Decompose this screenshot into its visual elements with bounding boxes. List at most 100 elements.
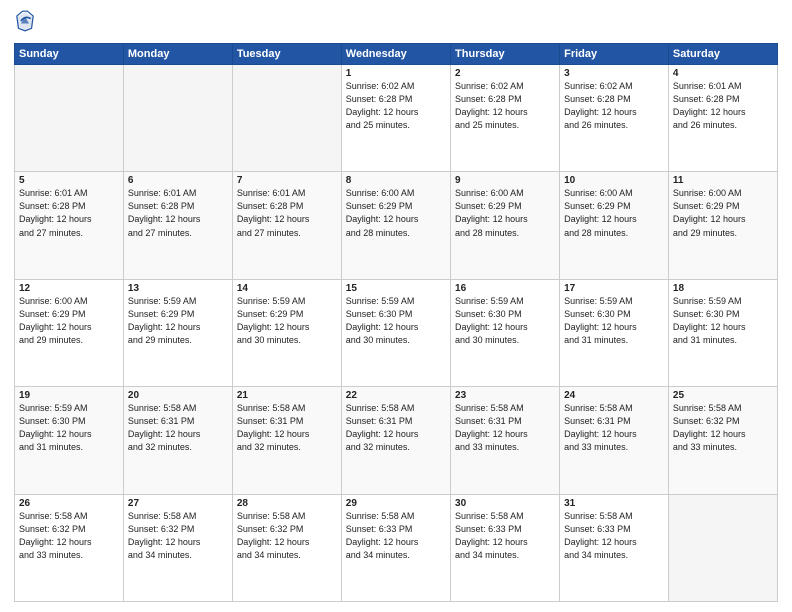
day-number: 21 (237, 390, 337, 401)
day-number: 23 (455, 390, 555, 401)
day-info: Sunrise: 5:58 AMSunset: 6:31 PMDaylight:… (128, 402, 228, 454)
calendar-header-row: SundayMondayTuesdayWednesdayThursdayFrid… (15, 44, 778, 65)
day-info: Sunrise: 6:00 AMSunset: 6:29 PMDaylight:… (346, 187, 446, 239)
day-number: 13 (128, 283, 228, 294)
calendar-cell: 14Sunrise: 5:59 AMSunset: 6:29 PMDayligh… (232, 279, 341, 386)
day-number: 5 (19, 175, 119, 186)
calendar-cell: 4Sunrise: 6:01 AMSunset: 6:28 PMDaylight… (668, 65, 777, 172)
day-number: 24 (564, 390, 664, 401)
day-info: Sunrise: 6:00 AMSunset: 6:29 PMDaylight:… (564, 187, 664, 239)
calendar-cell: 21Sunrise: 5:58 AMSunset: 6:31 PMDayligh… (232, 387, 341, 494)
day-number: 3 (564, 68, 664, 79)
logo-icon (16, 10, 34, 32)
weekday-header-thursday: Thursday (451, 44, 560, 65)
day-info: Sunrise: 5:59 AMSunset: 6:29 PMDaylight:… (237, 295, 337, 347)
day-number: 27 (128, 498, 228, 509)
day-number: 1 (346, 68, 446, 79)
weekday-header-tuesday: Tuesday (232, 44, 341, 65)
calendar-cell: 10Sunrise: 6:00 AMSunset: 6:29 PMDayligh… (560, 172, 669, 279)
day-info: Sunrise: 6:01 AMSunset: 6:28 PMDaylight:… (128, 187, 228, 239)
day-number: 25 (673, 390, 773, 401)
calendar-cell: 16Sunrise: 5:59 AMSunset: 6:30 PMDayligh… (451, 279, 560, 386)
day-info: Sunrise: 5:59 AMSunset: 6:29 PMDaylight:… (128, 295, 228, 347)
day-number: 14 (237, 283, 337, 294)
day-info: Sunrise: 5:58 AMSunset: 6:33 PMDaylight:… (455, 510, 555, 562)
day-number: 9 (455, 175, 555, 186)
calendar-cell: 7Sunrise: 6:01 AMSunset: 6:28 PMDaylight… (232, 172, 341, 279)
weekday-header-saturday: Saturday (668, 44, 777, 65)
day-info: Sunrise: 5:58 AMSunset: 6:33 PMDaylight:… (346, 510, 446, 562)
day-number: 12 (19, 283, 119, 294)
calendar-cell: 27Sunrise: 5:58 AMSunset: 6:32 PMDayligh… (123, 494, 232, 601)
calendar-cell: 29Sunrise: 5:58 AMSunset: 6:33 PMDayligh… (341, 494, 450, 601)
calendar-cell: 24Sunrise: 5:58 AMSunset: 6:31 PMDayligh… (560, 387, 669, 494)
day-info: Sunrise: 5:59 AMSunset: 6:30 PMDaylight:… (673, 295, 773, 347)
calendar-cell: 28Sunrise: 5:58 AMSunset: 6:32 PMDayligh… (232, 494, 341, 601)
calendar-cell: 18Sunrise: 5:59 AMSunset: 6:30 PMDayligh… (668, 279, 777, 386)
day-number: 22 (346, 390, 446, 401)
calendar-cell: 8Sunrise: 6:00 AMSunset: 6:29 PMDaylight… (341, 172, 450, 279)
calendar-cell: 22Sunrise: 5:58 AMSunset: 6:31 PMDayligh… (341, 387, 450, 494)
day-info: Sunrise: 5:58 AMSunset: 6:32 PMDaylight:… (237, 510, 337, 562)
day-info: Sunrise: 5:59 AMSunset: 6:30 PMDaylight:… (455, 295, 555, 347)
page: SundayMondayTuesdayWednesdayThursdayFrid… (0, 0, 792, 612)
calendar-cell (15, 65, 124, 172)
day-number: 29 (346, 498, 446, 509)
calendar-cell: 20Sunrise: 5:58 AMSunset: 6:31 PMDayligh… (123, 387, 232, 494)
day-number: 26 (19, 498, 119, 509)
day-number: 6 (128, 175, 228, 186)
calendar-cell: 23Sunrise: 5:58 AMSunset: 6:31 PMDayligh… (451, 387, 560, 494)
day-info: Sunrise: 6:02 AMSunset: 6:28 PMDaylight:… (564, 80, 664, 132)
calendar-cell: 12Sunrise: 6:00 AMSunset: 6:29 PMDayligh… (15, 279, 124, 386)
day-number: 28 (237, 498, 337, 509)
calendar: SundayMondayTuesdayWednesdayThursdayFrid… (14, 43, 778, 602)
calendar-cell: 31Sunrise: 5:58 AMSunset: 6:33 PMDayligh… (560, 494, 669, 601)
day-info: Sunrise: 5:58 AMSunset: 6:33 PMDaylight:… (564, 510, 664, 562)
day-info: Sunrise: 5:59 AMSunset: 6:30 PMDaylight:… (346, 295, 446, 347)
calendar-cell: 15Sunrise: 5:59 AMSunset: 6:30 PMDayligh… (341, 279, 450, 386)
header (14, 10, 778, 37)
day-info: Sunrise: 6:00 AMSunset: 6:29 PMDaylight:… (19, 295, 119, 347)
day-number: 10 (564, 175, 664, 186)
calendar-cell: 5Sunrise: 6:01 AMSunset: 6:28 PMDaylight… (15, 172, 124, 279)
day-info: Sunrise: 5:58 AMSunset: 6:31 PMDaylight:… (346, 402, 446, 454)
logo (14, 10, 36, 37)
day-number: 15 (346, 283, 446, 294)
calendar-cell: 17Sunrise: 5:59 AMSunset: 6:30 PMDayligh… (560, 279, 669, 386)
day-number: 20 (128, 390, 228, 401)
calendar-cell: 13Sunrise: 5:59 AMSunset: 6:29 PMDayligh… (123, 279, 232, 386)
day-info: Sunrise: 5:58 AMSunset: 6:32 PMDaylight:… (673, 402, 773, 454)
day-info: Sunrise: 6:02 AMSunset: 6:28 PMDaylight:… (346, 80, 446, 132)
weekday-header-friday: Friday (560, 44, 669, 65)
day-info: Sunrise: 6:02 AMSunset: 6:28 PMDaylight:… (455, 80, 555, 132)
day-number: 2 (455, 68, 555, 79)
day-number: 17 (564, 283, 664, 294)
calendar-week-row: 5 Sunrise: 6:01 AMSunset: 6:28 PMDaylight… (15, 172, 778, 279)
calendar-week-row: 19Sunrise: 5:59 AMSunset: 6:30 PMDayligh… (15, 387, 778, 494)
calendar-cell: 30Sunrise: 5:58 AMSunset: 6:33 PMDayligh… (451, 494, 560, 601)
calendar-week-row: 12Sunrise: 6:00 AMSunset: 6:29 PMDayligh… (15, 279, 778, 386)
day-number: 31 (564, 498, 664, 509)
calendar-week-row: 1Sunrise: 6:02 AMSunset: 6:28 PMDaylight… (15, 65, 778, 172)
calendar-cell: 26Sunrise: 5:58 AMSunset: 6:32 PMDayligh… (15, 494, 124, 601)
day-number: 30 (455, 498, 555, 509)
day-number: 4 (673, 68, 773, 79)
day-info: Sunrise: 6:00 AMSunset: 6:29 PMDaylight:… (673, 187, 773, 239)
weekday-header-sunday: Sunday (15, 44, 124, 65)
calendar-cell (668, 494, 777, 601)
calendar-cell: 6Sunrise: 6:01 AMSunset: 6:28 PMDaylight… (123, 172, 232, 279)
calendar-cell: 9Sunrise: 6:00 AMSunset: 6:29 PMDaylight… (451, 172, 560, 279)
day-info: Sunrise: 5:58 AMSunset: 6:31 PMDaylight:… (564, 402, 664, 454)
calendar-cell: 19Sunrise: 5:59 AMSunset: 6:30 PMDayligh… (15, 387, 124, 494)
day-info: Sunrise: 5:58 AMSunset: 6:32 PMDaylight:… (128, 510, 228, 562)
day-number: 11 (673, 175, 773, 186)
day-info: Sunrise: 6:01 AMSunset: 6:28 PMDaylight:… (237, 187, 337, 239)
day-number: 7 (237, 175, 337, 186)
day-number: 18 (673, 283, 773, 294)
calendar-week-row: 26 Sunrise: 5:58 AMSunset: 6:32 PMDayligh… (15, 494, 778, 601)
calendar-cell (232, 65, 341, 172)
weekday-header-monday: Monday (123, 44, 232, 65)
day-number: 19 (19, 390, 119, 401)
day-info: Sunrise: 5:59 AMSunset: 6:30 PMDaylight:… (564, 295, 664, 347)
calendar-cell: 11Sunrise: 6:00 AMSunset: 6:29 PMDayligh… (668, 172, 777, 279)
